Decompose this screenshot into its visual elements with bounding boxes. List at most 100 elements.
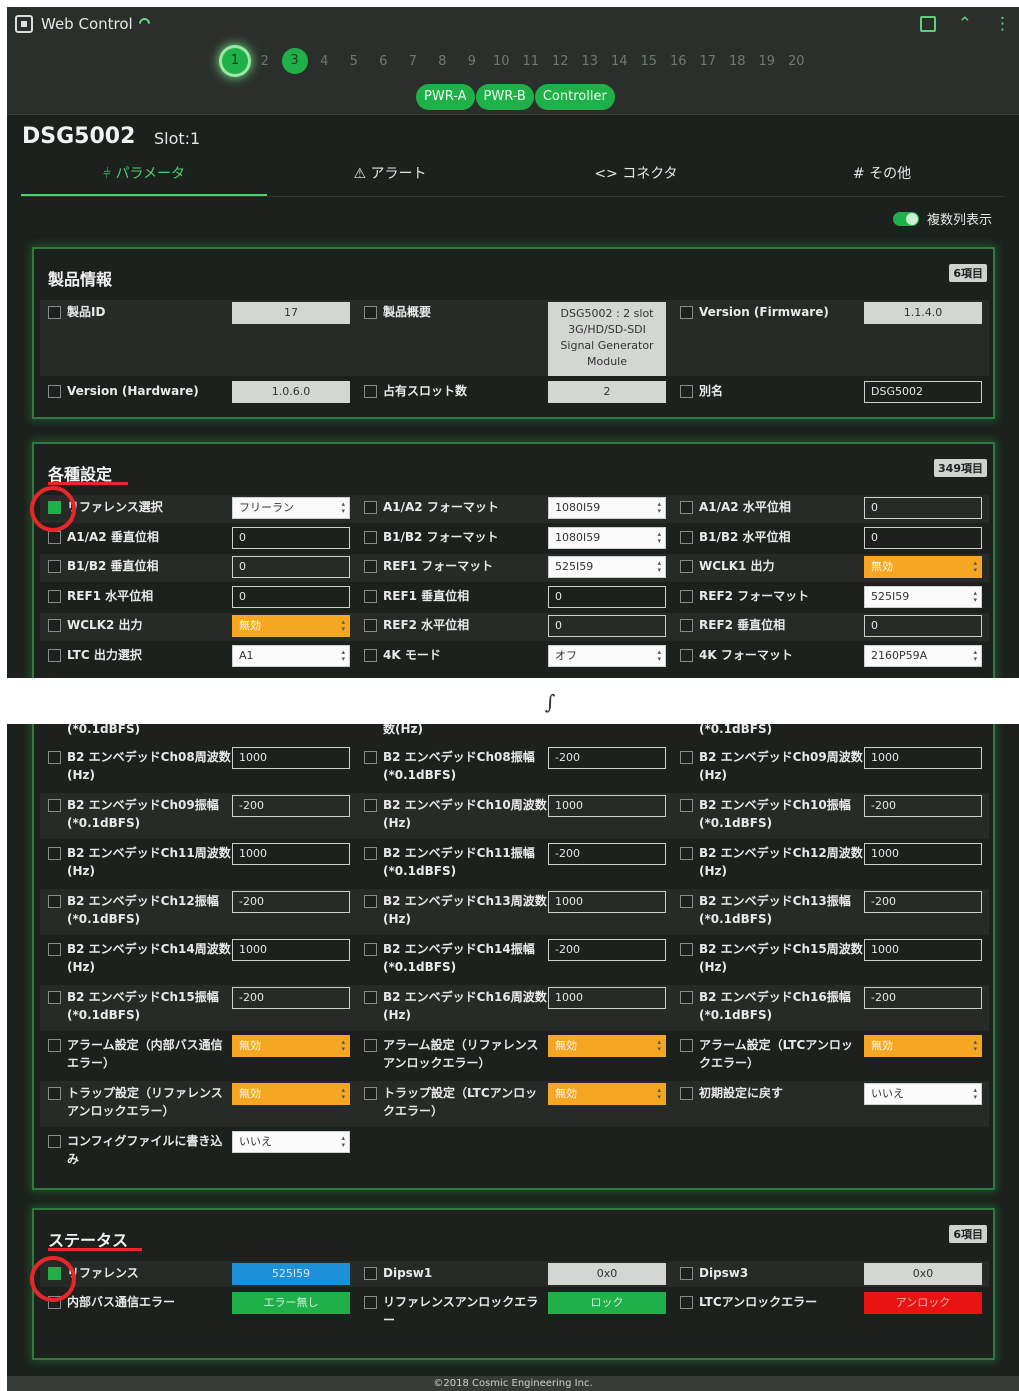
- toggle-switch[interactable]: [892, 211, 919, 226]
- param-value[interactable]: 0: [864, 615, 982, 637]
- param-value[interactable]: A1: [232, 644, 350, 667]
- select-checkbox[interactable]: [680, 847, 693, 860]
- select-checkbox[interactable]: [48, 306, 61, 319]
- param-value[interactable]: 1000: [548, 987, 666, 1009]
- select-checkbox[interactable]: [680, 306, 693, 319]
- select-checkbox[interactable]: [680, 943, 693, 956]
- param-value[interactable]: 0: [864, 526, 982, 549]
- slot-8[interactable]: 8: [428, 54, 458, 69]
- select-checkbox[interactable]: [48, 1087, 61, 1100]
- tab-alert[interactable]: ⚠ アラート: [267, 159, 513, 196]
- param-value[interactable]: 525I59: [548, 556, 666, 578]
- select-checkbox[interactable]: [680, 1267, 693, 1280]
- select-checkbox[interactable]: [364, 619, 377, 632]
- select-checkbox[interactable]: [364, 385, 377, 398]
- slot-14[interactable]: 14: [605, 54, 635, 69]
- multi-column-toggle[interactable]: 複数列表示: [892, 209, 992, 228]
- slot-15[interactable]: 15: [634, 54, 664, 69]
- tab-connector[interactable]: <> コネクタ: [513, 159, 759, 196]
- param-value[interactable]: 525I59: [864, 585, 982, 608]
- select-checkbox[interactable]: [364, 799, 377, 812]
- param-value[interactable]: -200: [864, 891, 982, 913]
- select-checkbox[interactable]: [680, 385, 693, 398]
- module-button-controller[interactable]: Controller: [534, 84, 615, 110]
- select-checkbox[interactable]: [680, 1039, 693, 1052]
- select-checkbox[interactable]: [680, 501, 693, 514]
- param-value[interactable]: 1000: [232, 939, 350, 961]
- module-button-pwr-a[interactable]: PWR-A: [416, 84, 475, 110]
- select-checkbox[interactable]: [364, 648, 377, 662]
- param-value[interactable]: 1000: [864, 747, 982, 769]
- tab-parameters[interactable]: ⫩ パラメータ: [21, 159, 267, 196]
- select-checkbox[interactable]: [48, 991, 61, 1004]
- select-checkbox[interactable]: [364, 943, 377, 956]
- slot-10[interactable]: 10: [487, 54, 517, 69]
- param-value[interactable]: -200: [232, 987, 350, 1009]
- select-checkbox[interactable]: [48, 619, 61, 632]
- select-checkbox[interactable]: [364, 306, 377, 319]
- param-value[interactable]: -200: [864, 795, 982, 817]
- select-checkbox[interactable]: [48, 1039, 61, 1052]
- select-checkbox[interactable]: [48, 530, 61, 544]
- param-value[interactable]: -200: [232, 795, 350, 817]
- select-checkbox[interactable]: [48, 943, 61, 956]
- param-value[interactable]: 0: [548, 585, 666, 608]
- select-checkbox[interactable]: [364, 530, 377, 544]
- slot-4[interactable]: 4: [310, 54, 340, 69]
- select-checkbox[interactable]: [680, 751, 693, 764]
- param-value[interactable]: 0: [864, 497, 982, 519]
- slot-19[interactable]: 19: [752, 54, 782, 69]
- param-value[interactable]: 1000: [548, 795, 666, 817]
- param-value[interactable]: 0: [232, 556, 350, 578]
- select-checkbox[interactable]: [48, 385, 61, 398]
- slot-12[interactable]: 12: [546, 54, 576, 69]
- select-checkbox[interactable]: [48, 1135, 61, 1148]
- param-value[interactable]: 1080I59: [548, 526, 666, 549]
- chevron-up-icon[interactable]: ⌃: [958, 14, 972, 34]
- param-value[interactable]: 無効: [232, 1083, 350, 1105]
- select-checkbox[interactable]: [48, 648, 61, 662]
- param-value[interactable]: 0: [232, 526, 350, 549]
- select-checkbox[interactable]: [364, 589, 377, 603]
- select-checkbox[interactable]: [680, 648, 693, 662]
- param-value[interactable]: 無効: [232, 615, 350, 637]
- param-value[interactable]: -200: [548, 747, 666, 769]
- tab-other[interactable]: # その他: [759, 159, 1005, 196]
- select-checkbox[interactable]: [364, 895, 377, 908]
- select-checkbox[interactable]: [48, 799, 61, 812]
- select-checkbox[interactable]: [48, 847, 61, 860]
- slot-9[interactable]: 9: [457, 54, 487, 69]
- select-checkbox[interactable]: [364, 1087, 377, 1100]
- slot-3[interactable]: 3: [281, 48, 308, 74]
- slot-7[interactable]: 7: [398, 54, 428, 69]
- select-checkbox[interactable]: [680, 530, 693, 544]
- slot-5[interactable]: 5: [339, 54, 369, 69]
- param-value[interactable]: 2160P59A: [864, 644, 982, 667]
- param-value[interactable]: 1000: [232, 843, 350, 865]
- param-value[interactable]: 1080I59: [548, 497, 666, 519]
- select-checkbox[interactable]: [364, 1039, 377, 1052]
- param-value[interactable]: 0: [548, 615, 666, 637]
- module-button-pwr-b[interactable]: PWR-B: [475, 84, 534, 110]
- param-value[interactable]: いいえ: [864, 1083, 982, 1105]
- select-checkbox[interactable]: [680, 619, 693, 632]
- param-value[interactable]: 1000: [548, 891, 666, 913]
- select-checkbox[interactable]: [680, 1087, 693, 1100]
- select-checkbox[interactable]: [364, 501, 377, 514]
- slot-6[interactable]: 6: [369, 54, 399, 69]
- param-value[interactable]: オフ: [548, 644, 666, 667]
- param-value[interactable]: 0: [232, 585, 350, 608]
- param-value[interactable]: 1000: [232, 747, 350, 769]
- slot-16[interactable]: 16: [664, 54, 694, 69]
- select-checkbox[interactable]: [48, 589, 61, 603]
- param-value[interactable]: -200: [548, 939, 666, 961]
- select-checkbox[interactable]: [48, 895, 61, 908]
- select-checkbox[interactable]: [364, 560, 377, 573]
- select-checkbox[interactable]: [680, 991, 693, 1004]
- slot-1[interactable]: 1: [222, 48, 248, 74]
- select-checkbox[interactable]: [680, 589, 693, 603]
- select-checkbox[interactable]: [680, 895, 693, 908]
- param-value[interactable]: 無効: [232, 1035, 350, 1057]
- more-vertical-icon[interactable]: ⋮: [994, 14, 1011, 34]
- slot-2[interactable]: 2: [250, 54, 280, 69]
